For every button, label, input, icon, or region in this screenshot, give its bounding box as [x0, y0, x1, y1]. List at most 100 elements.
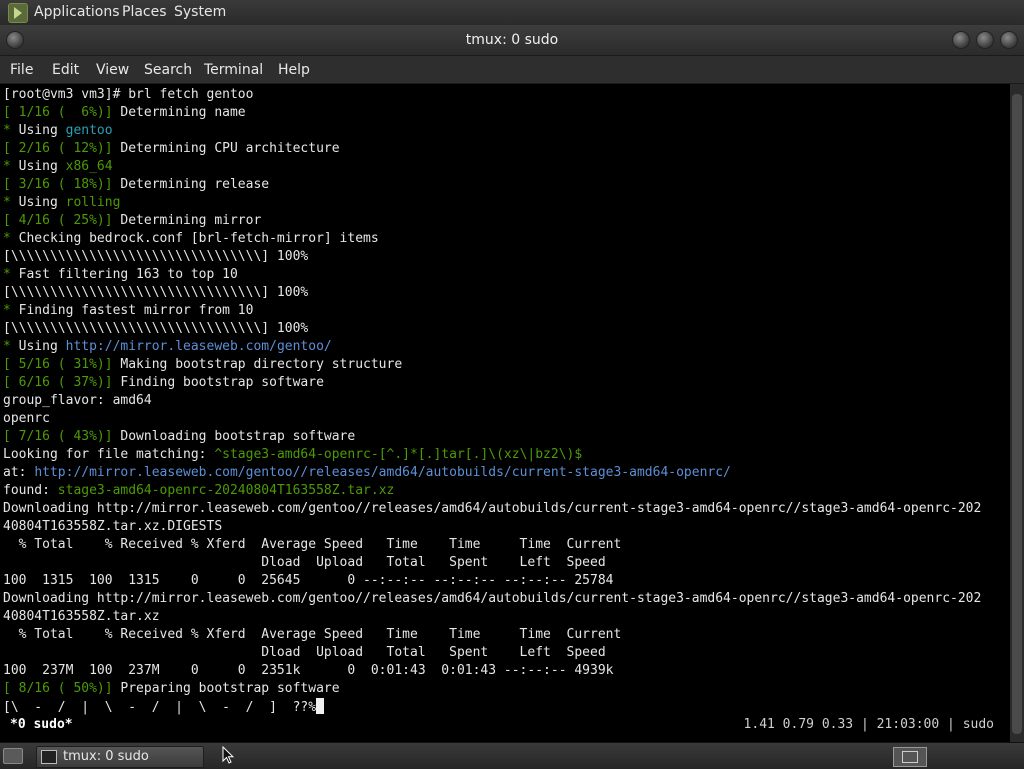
- terminal-text: http://mirror.leaseweb.com/gentoo//relea…: [34, 465, 731, 480]
- terminal-text: Finding bootstrap software: [112, 375, 324, 390]
- terminal-line: [\\\\\\\\\\\\\\\\\\\\\\\\\\\\\\\\] 100%: [3, 248, 308, 266]
- mouse-pointer-icon: [222, 746, 234, 764]
- system-menu[interactable]: System: [174, 4, 226, 20]
- terminal-text: 100 237M 100 237M 0 0 2351k 0 0:01:43 0:…: [3, 663, 614, 678]
- terminal-text: [ 4/16 ( 25%)]: [3, 213, 113, 228]
- terminal-text: [\ - / | \ - / | \ - / ] ??%: [3, 700, 317, 715]
- terminal-line: Dload Upload Total Spent Left Speed: [3, 554, 606, 572]
- terminal-text: *: [3, 303, 11, 318]
- terminal-text: [\\\\\\\\\\\\\\\\\\\\\\\\\\\\\\\\] 100%: [3, 249, 309, 264]
- terminal-text: stage3-amd64-openrc-20240804T163558Z.tar…: [57, 483, 395, 498]
- terminal-line: [ 5/16 ( 31%)] Making bootstrap director…: [3, 356, 402, 374]
- terminal-text: [ 3/16 ( 18%)]: [3, 177, 113, 192]
- terminal-text: Determining release: [112, 177, 270, 192]
- terminal-text: Using: [10, 159, 66, 174]
- terminal-scrollbar[interactable]: [1010, 84, 1024, 742]
- terminal-text: ^stage3-amd64-openrc-[^.]*[.]tar[.]\(xz\…: [214, 447, 583, 462]
- terminal-text: Fast filtering 163 to top 10: [10, 267, 238, 282]
- terminal-output[interactable]: [root@vm3 vm3]# brl fetch gentoo [ 1/16 (…: [0, 84, 1010, 742]
- terminal-text: [root@vm3 vm3]# brl fetch gentoo: [3, 87, 254, 102]
- terminal-text: Using: [10, 123, 66, 138]
- menu-help[interactable]: Help: [278, 62, 310, 78]
- terminal-text: [ 6/16 ( 37%)]: [3, 375, 113, 390]
- terminal-line: group_flavor: amd64: [3, 392, 152, 410]
- menubar: File Edit View Search Terminal Help: [0, 56, 1024, 84]
- terminal-text: Dload Upload Total Spent Left Speed: [3, 555, 606, 570]
- terminal-line: [\ - / | \ - / | \ - / ] ??%: [3, 698, 325, 716]
- terminal-text: [ 7/16 ( 43%)]: [3, 429, 113, 444]
- terminal-text: *: [3, 123, 11, 138]
- terminal-text: Determining mirror: [112, 213, 262, 228]
- scrollbar-thumb[interactable]: [1012, 94, 1022, 734]
- top-panel: Applications Places System: [0, 0, 1024, 25]
- terminal-line: [ 8/16 ( 50%)] Preparing bootstrap softw…: [3, 680, 340, 698]
- terminal-line: Downloading http://mirror.leaseweb.com/g…: [3, 500, 981, 518]
- terminal-line: * Fast filtering 163 to top 10: [3, 266, 238, 284]
- terminal-text: Using: [10, 195, 66, 210]
- terminal-text: *: [3, 267, 11, 282]
- close-icon[interactable]: [1000, 31, 1018, 49]
- terminal-line: [ 7/16 ( 43%)] Downloading bootstrap sof…: [3, 428, 355, 446]
- taskbar-window-label: tmux: 0 sudo: [63, 749, 149, 764]
- terminal-text: group_flavor: amd64: [3, 393, 152, 408]
- terminal-line: [root@vm3 vm3]# brl fetch gentoo: [3, 86, 253, 104]
- tmux-window-list[interactable]: *0 sudo*: [10, 716, 73, 734]
- terminal-text: Determining CPU architecture: [112, 141, 340, 156]
- tmux-status-right: 1.41 0.79 0.33 | 21:03:00 | sudo: [743, 717, 994, 732]
- terminal-line: [ 2/16 ( 12%)] Determining CPU architect…: [3, 140, 340, 158]
- terminal-line: % Total % Received % Xferd Average Speed…: [3, 536, 622, 554]
- terminal-line: Dload Upload Total Spent Left Speed: [3, 644, 605, 662]
- terminal-text: [ 1/16 ( 6%)]: [3, 105, 113, 120]
- terminal-line: [\\\\\\\\\\\\\\\\\\\\\\\\\\\\\\\\] 100%: [3, 320, 308, 338]
- terminal-line: found: stage3-amd64-openrc-20240804T1635…: [3, 482, 394, 500]
- terminal-text: *: [3, 339, 11, 354]
- terminal-text: rolling: [65, 195, 121, 210]
- terminal-text: http://mirror.leaseweb.com/gentoo/: [65, 339, 332, 354]
- terminal-line: % Total % Received % Xferd Average Speed…: [3, 626, 622, 644]
- menu-edit[interactable]: Edit: [52, 62, 79, 78]
- terminal-text: x86_64: [65, 159, 113, 174]
- terminal-text: Looking for file matching:: [3, 447, 215, 462]
- terminal-text: Finding fastest mirror from 10: [10, 303, 254, 318]
- terminal-line: * Using http://mirror.leaseweb.com/gento…: [3, 338, 332, 356]
- terminal-line: [\\\\\\\\\\\\\\\\\\\\\\\\\\\\\\\\] 100%: [3, 284, 308, 302]
- terminal-text: gentoo: [65, 123, 113, 138]
- workspace-switcher[interactable]: [893, 747, 927, 767]
- maximize-icon[interactable]: [976, 31, 994, 49]
- distro-logo-icon[interactable]: [8, 3, 28, 23]
- terminal-line: 100 237M 100 237M 0 0 2351k 0 0:01:43 0:…: [3, 662, 613, 680]
- terminal-text: *: [3, 231, 11, 246]
- menu-view[interactable]: View: [96, 62, 129, 78]
- terminal-text: 100 1315 100 1315 0 0 25645 0 --:--:-- -…: [3, 573, 614, 588]
- terminal-text: Using: [10, 339, 66, 354]
- taskbar-window-button[interactable]: tmux: 0 sudo: [36, 746, 204, 768]
- window-title: tmux: 0 sudo: [465, 32, 559, 48]
- terminal-text: Downloading http://mirror.leaseweb.com/g…: [3, 501, 982, 516]
- window-titlebar[interactable]: tmux: 0 sudo: [0, 25, 1024, 56]
- terminal-text: Preparing bootstrap software: [112, 681, 340, 696]
- terminal-text: Determining name: [112, 105, 246, 120]
- terminal-line: * Finding fastest mirror from 10: [3, 302, 253, 320]
- terminal-line: 100 1315 100 1315 0 0 25645 0 --:--:-- -…: [3, 572, 613, 590]
- menu-search[interactable]: Search: [144, 62, 192, 78]
- terminal-icon: [41, 750, 57, 764]
- terminal-line: [ 4/16 ( 25%)] Determining mirror: [3, 212, 261, 230]
- menu-terminal[interactable]: Terminal: [204, 62, 263, 78]
- show-desktop-icon[interactable]: [3, 748, 23, 764]
- bottom-panel: tmux: 0 sudo: [0, 742, 1024, 769]
- applications-menu[interactable]: Applications: [34, 4, 120, 20]
- terminal-text: [ 5/16 ( 31%)]: [3, 357, 113, 372]
- terminal-line: [ 6/16 ( 37%)] Finding bootstrap softwar…: [3, 374, 324, 392]
- minimize-icon[interactable]: [952, 31, 970, 49]
- places-menu[interactable]: Places: [122, 4, 167, 20]
- terminal-text: Making bootstrap directory structure: [112, 357, 403, 372]
- menu-file[interactable]: File: [10, 62, 33, 78]
- terminal-text: [\\\\\\\\\\\\\\\\\\\\\\\\\\\\\\\\] 100%: [3, 285, 309, 300]
- terminal-line: [ 3/16 ( 18%)] Determining release: [3, 176, 269, 194]
- terminal-line: 40804T163558Z.tar.xz: [3, 608, 160, 626]
- terminal-cursor: [316, 698, 325, 714]
- terminal-text: Downloading bootstrap software: [112, 429, 356, 444]
- terminal-text: [ 8/16 ( 50%)]: [3, 681, 113, 696]
- terminal-line: * Using gentoo: [3, 122, 113, 140]
- terminal-text: Downloading http://mirror.leaseweb.com/g…: [3, 591, 982, 606]
